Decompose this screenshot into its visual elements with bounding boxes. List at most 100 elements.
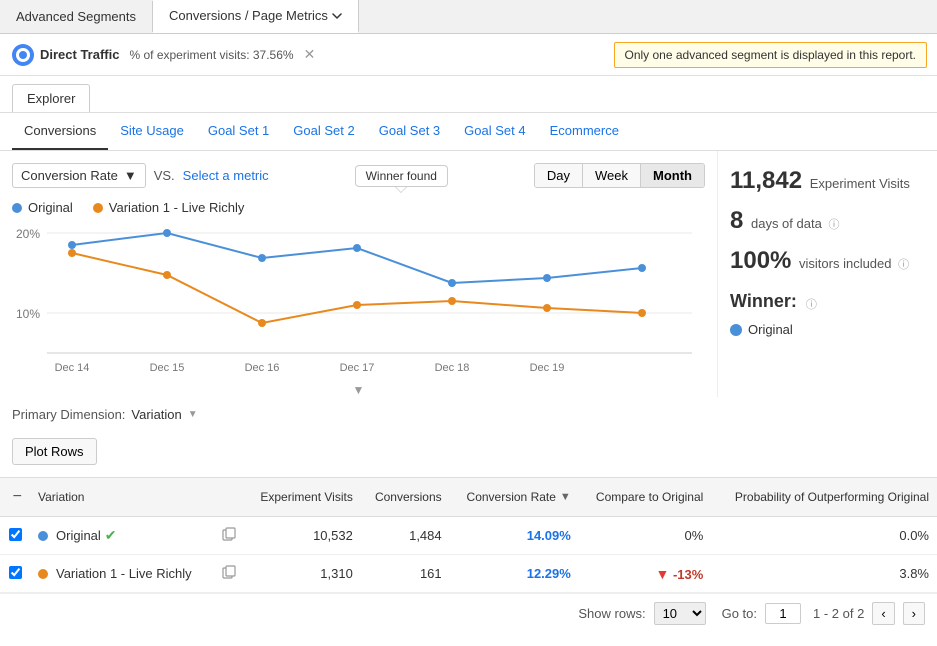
winner-found-bubble-wrapper: Winner found xyxy=(355,165,448,187)
legend-original: Original xyxy=(12,200,73,215)
show-rows-label: Show rows: xyxy=(578,606,645,621)
data-table: − Variation Experiment Visits Conversion… xyxy=(0,477,937,593)
winner-value: Original xyxy=(730,322,925,337)
winner-found-bubble: Winner found xyxy=(355,165,448,187)
svg-text:Dec 14: Dec 14 xyxy=(55,362,90,374)
sub-tab-goal-set-1[interactable]: Goal Set 1 xyxy=(196,113,281,150)
legend-original-label: Original xyxy=(28,200,73,215)
sub-tab-goal-set-4[interactable]: Goal Set 4 xyxy=(452,113,537,150)
row-original-copy-icon[interactable] xyxy=(212,517,244,555)
days-of-data-label: days of data xyxy=(751,216,822,231)
original-variation-name: Original ✔ xyxy=(38,527,204,544)
conversions-page-metrics-tab[interactable]: Conversions / Page Metrics xyxy=(153,0,359,33)
svg-text:10%: 10% xyxy=(16,307,40,321)
select-metric-link[interactable]: Select a metric xyxy=(183,168,269,183)
winner-label: Winner: xyxy=(730,291,797,312)
next-page-button[interactable]: › xyxy=(903,602,925,625)
svg-text:Dec 18: Dec 18 xyxy=(435,362,470,374)
explorer-tab[interactable]: Explorer xyxy=(12,84,90,112)
sub-tab-goal-set-3[interactable]: Goal Set 3 xyxy=(367,113,452,150)
bubble-arrow-inner xyxy=(396,187,406,192)
row-var1-checkbox[interactable] xyxy=(0,555,30,593)
row-original-name: Original ✔ xyxy=(30,517,212,555)
dropdown-arrow-icon xyxy=(332,11,342,21)
goto-label: Go to: xyxy=(722,606,757,621)
svg-text:Dec 16: Dec 16 xyxy=(245,362,280,374)
minus-icon[interactable]: − xyxy=(13,488,22,505)
chart-svg: 20% 10% xyxy=(12,223,702,378)
metric-dropdown[interactable]: Conversion Rate ▼ xyxy=(12,163,146,188)
table-row: Original ✔ 10,532 1,484 14.09% 0% 0.0% xyxy=(0,517,937,555)
chart-area: Conversion Rate ▼ VS. Select a metric Wi… xyxy=(0,151,717,397)
svg-text:Dec 17: Dec 17 xyxy=(340,362,375,374)
red-arrow-icon: ▼ xyxy=(655,566,669,582)
table-body: Original ✔ 10,532 1,484 14.09% 0% 0.0% xyxy=(0,517,937,593)
row-var1-exp-visits: 1,310 xyxy=(244,555,361,593)
sub-tab-goal-set-2[interactable]: Goal Set 2 xyxy=(281,113,366,150)
original-checkbox-input[interactable] xyxy=(9,528,22,541)
days-help-icon[interactable]: ⓘ xyxy=(828,219,839,231)
verified-icon: ✔ xyxy=(105,527,117,544)
experiment-visits-stat: 11,842 Experiment Visits xyxy=(730,167,925,195)
chart-expand-arrow[interactable]: ▼ xyxy=(12,383,705,397)
week-btn[interactable]: Week xyxy=(583,164,641,187)
svg-text:Dec 15: Dec 15 xyxy=(150,362,185,374)
visitors-help-icon[interactable]: ⓘ xyxy=(898,259,909,271)
month-btn[interactable]: Month xyxy=(641,164,704,187)
row-var1-conversions: 161 xyxy=(361,555,450,593)
prev-page-button[interactable]: ‹ xyxy=(872,602,894,625)
sort-down-icon: ▼ xyxy=(560,491,571,503)
segment-name: Direct Traffic xyxy=(40,47,119,62)
chart-wrapper: 20% 10% xyxy=(12,223,705,397)
explorer-section: Explorer xyxy=(0,76,937,113)
days-of-data-stat: 8 days of data ⓘ xyxy=(730,207,925,235)
var1-name-text: Variation 1 - Live Richly xyxy=(56,566,192,581)
header-conv-rate[interactable]: Conversion Rate ▼ xyxy=(450,478,579,517)
visitors-included-percent: 100% xyxy=(730,247,791,274)
table-footer: Show rows: 10 25 50 100 Go to: 1 - 2 of … xyxy=(0,593,937,633)
svg-text:Dec 19: Dec 19 xyxy=(530,362,565,374)
original-name-text: Original xyxy=(56,528,101,543)
var1-variation-name: Variation 1 - Live Richly xyxy=(38,566,204,581)
header-probability: Probability of Outperforming Original xyxy=(711,478,937,517)
copy-icon xyxy=(222,527,236,541)
goto-input[interactable] xyxy=(765,603,801,624)
legend-original-dot xyxy=(12,203,22,213)
original-color-dot xyxy=(38,531,48,541)
visitors-included-label: visitors included xyxy=(799,256,892,271)
primary-dimension: Primary Dimension: Variation ▼ xyxy=(0,397,937,432)
winner-section: Winner: ⓘ Original xyxy=(730,291,925,337)
row-original-conversions: 1,484 xyxy=(361,517,450,555)
row-var1-name: Variation 1 - Live Richly xyxy=(30,555,212,593)
plot-rows-button[interactable]: Plot Rows xyxy=(12,438,97,465)
row-var1-copy-icon[interactable] xyxy=(212,555,244,593)
advanced-segments-tab[interactable]: Advanced Segments xyxy=(0,1,153,32)
header-exp-visits: Experiment Visits xyxy=(244,478,361,517)
row-original-probability: 0.0% xyxy=(711,517,937,555)
primary-dim-arrow-icon[interactable]: ▼ xyxy=(188,409,198,420)
warning-box: Only one advanced segment is displayed i… xyxy=(614,42,928,68)
var1-checkbox-input[interactable] xyxy=(9,566,22,579)
segment-logo-icon xyxy=(12,44,34,66)
top-nav: Advanced Segments Conversions / Page Met… xyxy=(0,0,937,34)
row-original-checkbox[interactable] xyxy=(0,517,30,555)
experiment-visits-label: Experiment Visits xyxy=(810,176,910,191)
segment-percent: % of experiment visits: 37.56% xyxy=(129,48,293,62)
row-original-conv-rate: 14.09% xyxy=(450,517,579,555)
row-var1-probability: 3.8% xyxy=(711,555,937,593)
copy-icon-2 xyxy=(222,565,236,579)
vs-text: VS. xyxy=(154,168,175,183)
winner-name: Original xyxy=(748,322,793,337)
day-btn[interactable]: Day xyxy=(535,164,583,187)
experiment-visits-number: 11,842 xyxy=(730,167,802,194)
plot-rows-section: Plot Rows xyxy=(0,432,937,477)
sub-tab-site-usage[interactable]: Site Usage xyxy=(108,113,196,150)
sub-tab-ecommerce[interactable]: Ecommerce xyxy=(538,113,631,150)
winner-header: Winner: ⓘ xyxy=(730,291,925,316)
metric-label: Conversion Rate xyxy=(21,168,118,183)
header-minus: − xyxy=(0,478,30,517)
sub-tab-conversions[interactable]: Conversions xyxy=(12,113,108,150)
segment-close-icon[interactable]: ✕ xyxy=(304,46,316,63)
rows-select[interactable]: 10 25 50 100 xyxy=(654,602,706,625)
winner-help-icon[interactable]: ⓘ xyxy=(806,296,817,312)
